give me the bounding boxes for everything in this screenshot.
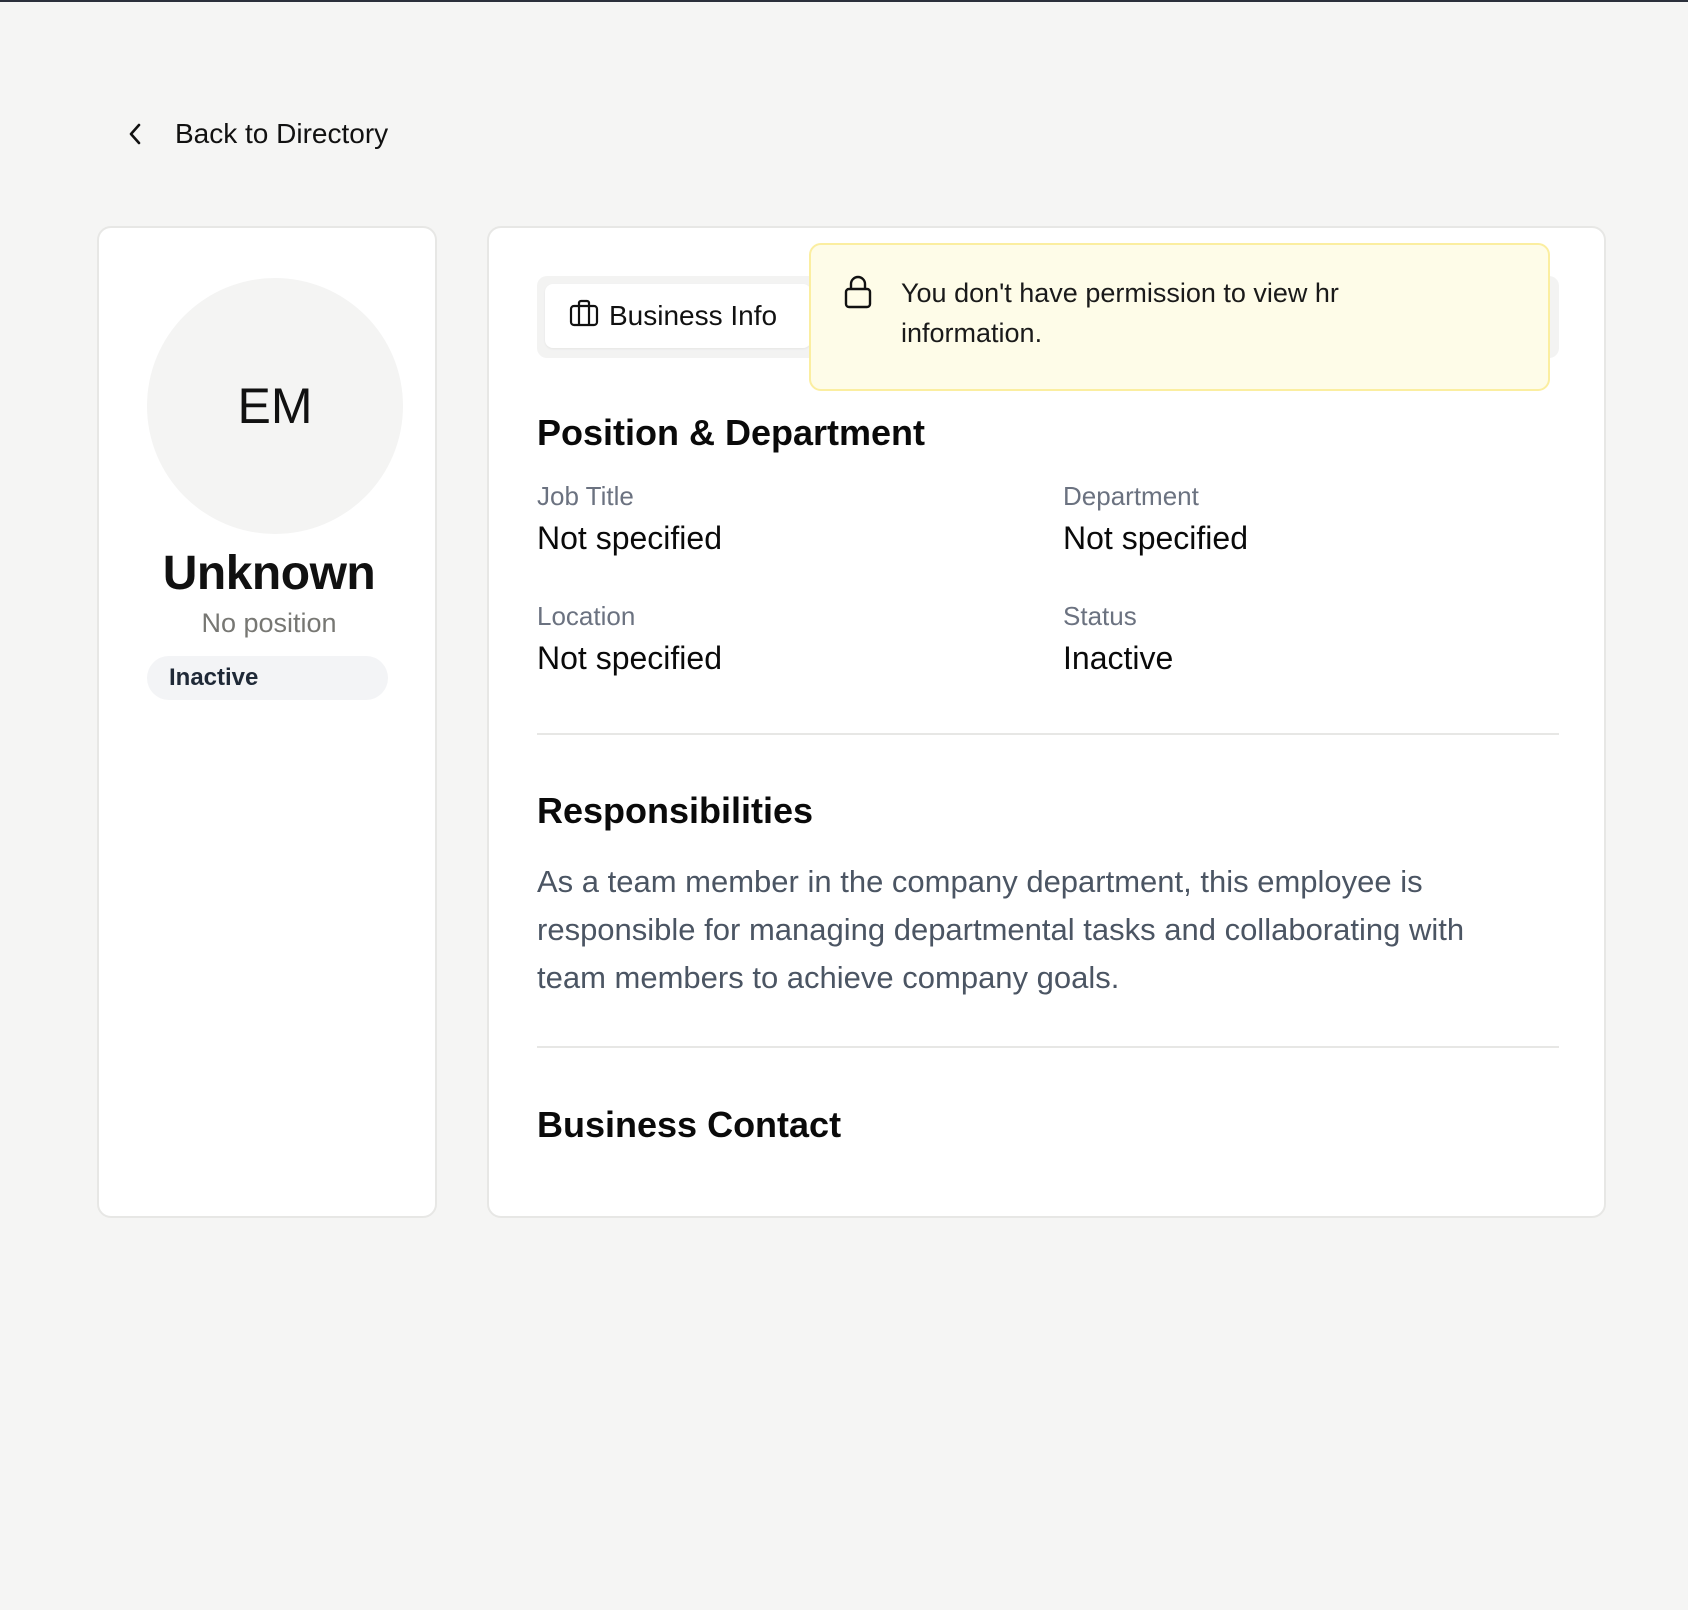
responsibilities-title: Responsibilities — [537, 790, 814, 831]
avatar: EM — [147, 278, 403, 534]
location-label: Location — [537, 601, 636, 631]
department-value: Not specified — [1063, 520, 1248, 556]
lock-icon — [843, 275, 875, 309]
avatar-initials: EM — [237, 378, 313, 434]
job-title-value: Not specified — [537, 520, 722, 556]
status-label: Status — [1063, 601, 1137, 631]
department-label: Department — [1063, 481, 1199, 511]
location-value: Not specified — [537, 640, 722, 676]
briefcase-icon — [569, 299, 599, 334]
divider — [537, 733, 1559, 735]
tab-business-info-label: Business Info — [609, 300, 778, 331]
profile-card: EM Unknown No position Inactive — [97, 226, 437, 1218]
permission-notice-text: You don't have permission to view hr inf… — [901, 278, 1339, 348]
profile-position: No position — [201, 608, 337, 638]
divider — [537, 1046, 1559, 1048]
status-badge: Inactive — [147, 656, 388, 700]
business-contact-title: Business Contact — [537, 1104, 842, 1145]
back-link-label: Back to Directory — [175, 118, 389, 149]
status-value: Inactive — [1063, 640, 1174, 676]
top-border — [0, 0, 1688, 2]
status-badge-label: Inactive — [169, 664, 259, 691]
permission-notice: You don't have permission to view hr inf… — [809, 243, 1550, 391]
details-card: Business Info You don't have permission … — [487, 226, 1606, 1218]
position-section-title: Position & Department — [537, 412, 926, 453]
back-to-directory-link[interactable]: Back to Directory — [127, 118, 388, 150]
profile-name: Unknown — [162, 547, 376, 600]
tab-business-info[interactable]: Business Info — [545, 284, 811, 348]
responsibilities-text: As a team member in the company departme… — [537, 864, 1465, 995]
job-title-label: Job Title — [537, 481, 634, 511]
chevron-left-icon — [127, 120, 147, 148]
